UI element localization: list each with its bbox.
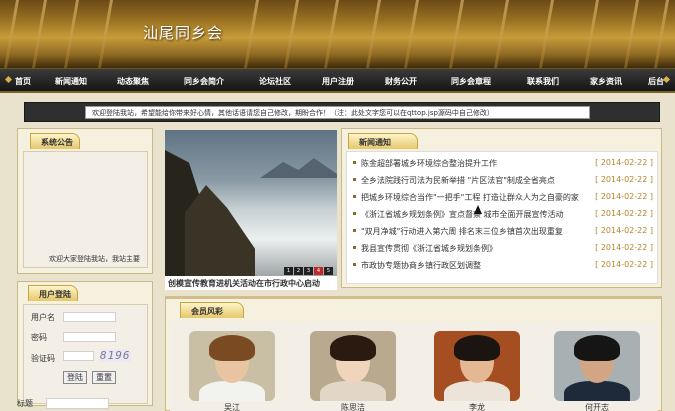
news-date: [ 2014-02-22 ] bbox=[595, 158, 653, 167]
list-item: 把城乡环境综合当作"一把手"工程 打造让群众人为之自豪的家 [ 2014-02-2… bbox=[347, 192, 657, 209]
nav-finance[interactable]: 财务公开 bbox=[385, 76, 417, 87]
slider-dot[interactable]: 3 bbox=[304, 267, 313, 275]
news-title: 新闻通知 bbox=[348, 133, 418, 149]
nav-news[interactable]: 新闻通知 bbox=[55, 76, 87, 87]
news-date: [ 2014-02-22 ] bbox=[595, 175, 653, 184]
bullet-icon bbox=[353, 263, 356, 266]
nav-intro[interactable]: 同乡会简介 bbox=[184, 76, 224, 87]
news-date: [ 2014-02-22 ] bbox=[595, 209, 653, 218]
nav-admin[interactable]: 后台 bbox=[648, 76, 664, 87]
username-label: 用户名 bbox=[31, 313, 55, 322]
member-photo[interactable] bbox=[310, 331, 396, 401]
member-name[interactable]: 吴江 bbox=[189, 402, 275, 411]
username-input[interactable] bbox=[63, 312, 116, 322]
notice-text: 欢迎大家登陆我站，我站主要 bbox=[49, 255, 140, 263]
main-nav: 首页 新闻通知 动态聚焦 同乡会简介 论坛社区 用户注册 财务公开 同乡会章程 … bbox=[0, 68, 675, 93]
captcha-label: 验证码 bbox=[31, 354, 55, 363]
list-item: 我县宣传贯彻《浙江省城乡规划条例》 [ 2014-02-22 ] bbox=[347, 243, 657, 260]
member-photo[interactable] bbox=[189, 331, 275, 401]
news-link[interactable]: 陈金超部署城乡环境综合整治提升工作 bbox=[361, 158, 497, 169]
nav-separator-icon bbox=[662, 75, 671, 84]
nav-focus[interactable]: 动态聚焦 bbox=[117, 76, 149, 87]
news-date: [ 2014-02-22 ] bbox=[595, 243, 653, 252]
slider-dot[interactable]: 2 bbox=[294, 267, 303, 275]
site-banner: 汕尾同乡会 bbox=[0, 0, 675, 68]
news-date: [ 2014-02-22 ] bbox=[595, 260, 653, 269]
members-gallery: 吴江 陈思洁 李龙 何开志 bbox=[170, 322, 658, 411]
bullet-icon bbox=[353, 246, 356, 249]
password-label: 密码 bbox=[31, 333, 47, 342]
login-button[interactable]: 登陆 bbox=[63, 371, 87, 384]
notice-content: 欢迎大家登陆我站，我站主要 bbox=[23, 151, 148, 268]
news-date: [ 2014-02-22 ] bbox=[595, 226, 653, 235]
nav-forum[interactable]: 论坛社区 bbox=[259, 76, 291, 87]
news-date: [ 2014-02-22 ] bbox=[595, 192, 653, 201]
marquee-text: 欢迎登陆我站，希望能给你带来好心情，其他话语请您自己修改，期盼合作！（注：此处文… bbox=[85, 106, 590, 119]
news-link[interactable]: "双月净城"行动进入第六周 排名末三位乡镇首次出现重复 bbox=[361, 226, 563, 237]
nav-charter[interactable]: 同乡会章程 bbox=[451, 76, 491, 87]
list-item: 《浙江省城乡规划条例》宣点督察 城市全面开展宣传活动 [ 2014-02-22 ] bbox=[347, 209, 657, 226]
slider-dot-active[interactable]: 4 bbox=[314, 267, 323, 275]
marquee-bar: 欢迎登陆我站，希望能给你带来好心情，其他话语请您自己修改，期盼合作！（注：此处文… bbox=[24, 102, 660, 122]
login-panel: 用户登陆 bbox=[17, 281, 153, 406]
notice-panel: 系统公告 欢迎大家登陆我站，我站主要 bbox=[17, 128, 153, 274]
site-title: 汕尾同乡会 bbox=[143, 24, 224, 42]
list-item: 陈金超部署城乡环境综合整治提升工作 [ 2014-02-22 ] bbox=[347, 158, 657, 175]
password-input[interactable] bbox=[63, 332, 116, 342]
news-link[interactable]: 全乡法院践行司法为民新举措 "片区法官"制成全省亮点 bbox=[361, 175, 555, 186]
member-photo[interactable] bbox=[554, 331, 640, 401]
captcha-input[interactable] bbox=[63, 351, 94, 361]
extra-input[interactable] bbox=[46, 398, 109, 409]
nav-register[interactable]: 用户注册 bbox=[322, 76, 354, 87]
slider-pager: 12345 bbox=[283, 265, 333, 275]
notice-title: 系统公告 bbox=[30, 133, 80, 149]
list-item: "双月净城"行动进入第六周 排名末三位乡镇首次出现重复 [ 2014-02-22 … bbox=[347, 226, 657, 243]
list-item: 市政协专题协商乡镇行政区划调整 [ 2014-02-22 ] bbox=[347, 260, 657, 277]
mouse-cursor-icon bbox=[474, 205, 482, 214]
member-name[interactable]: 李龙 bbox=[434, 402, 520, 411]
nav-home[interactable]: 首页 bbox=[15, 76, 31, 87]
login-title: 用户登陆 bbox=[28, 285, 78, 301]
member-name[interactable]: 陈思洁 bbox=[310, 402, 396, 411]
bullet-icon bbox=[353, 229, 356, 232]
bullet-icon bbox=[353, 161, 356, 164]
image-slider[interactable]: 12345 bbox=[165, 130, 337, 276]
nav-hometown-news[interactable]: 家乡资讯 bbox=[590, 76, 622, 87]
news-link[interactable]: 我县宣传贯彻《浙江省城乡规划条例》 bbox=[361, 243, 497, 254]
bullet-icon bbox=[353, 178, 356, 181]
extra-label: 标题 bbox=[17, 399, 33, 408]
news-panel: 新闻通知 陈金超部署城乡环境综合整治提升工作 [ 2014-02-22 ] 全乡法… bbox=[341, 128, 662, 288]
news-link[interactable]: 市政协专题协商乡镇行政区划调整 bbox=[361, 260, 481, 271]
members-panel: 会员风彩 吴江 陈思洁 李龙 何开志 bbox=[165, 296, 662, 411]
member-photo[interactable] bbox=[434, 331, 520, 401]
bullet-icon bbox=[353, 195, 356, 198]
member-name[interactable]: 何开志 bbox=[554, 402, 640, 411]
nav-contact[interactable]: 联系我们 bbox=[527, 76, 559, 87]
captcha-image: 8196 bbox=[100, 349, 131, 362]
bullet-icon bbox=[353, 212, 356, 215]
news-link[interactable]: 《浙江省城乡规划条例》宣点督察 城市全面开展宣传活动 bbox=[361, 209, 564, 220]
reset-button[interactable]: 重置 bbox=[92, 371, 116, 384]
members-title: 会员风彩 bbox=[180, 302, 244, 318]
slider-caption[interactable]: 创模宣传教育进机关活动在市行政中心启动 bbox=[165, 276, 337, 290]
news-list: 陈金超部署城乡环境综合整治提升工作 [ 2014-02-22 ] 全乡法院践行司法… bbox=[346, 151, 658, 284]
slider-dot[interactable]: 1 bbox=[284, 267, 293, 275]
list-item: 全乡法院践行司法为民新举措 "片区法官"制成全省亮点 [ 2014-02-22 ] bbox=[347, 175, 657, 192]
slider-dot[interactable]: 5 bbox=[324, 267, 333, 275]
news-link[interactable]: 把城乡环境综合当作"一把手"工程 打造让群众人为之自豪的家 bbox=[361, 192, 579, 203]
nav-separator-icon bbox=[4, 75, 13, 84]
